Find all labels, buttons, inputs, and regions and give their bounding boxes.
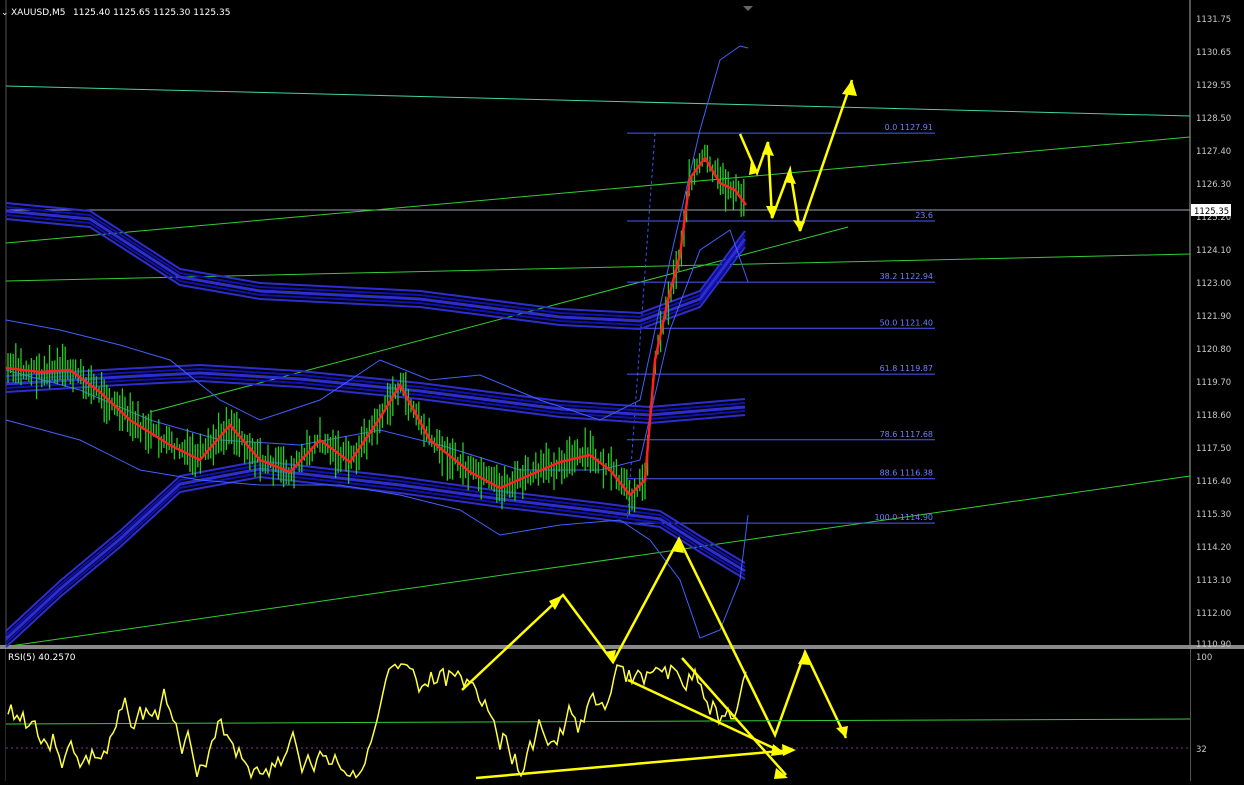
symbol-label: XAUUSD,M5 — [11, 8, 66, 18]
price-tick: 1127.40 — [1196, 147, 1231, 157]
price-tick: 1129.55 — [1196, 81, 1231, 91]
fib-level-label: 78.6 1117.68 — [880, 430, 933, 439]
price-tick: 1128.50 — [1196, 114, 1231, 124]
price-tick: 1130.65 — [1196, 48, 1231, 58]
chart-window[interactable]: ⌄ XAUUSD,M5 1125.40 1125.65 1125.30 1125… — [0, 0, 1244, 781]
current-price-label: 1125.35 — [1194, 207, 1229, 217]
symbol-menu-icon[interactable]: ⌄ — [1, 8, 9, 18]
price-tick: 1123.00 — [1196, 279, 1231, 289]
price-tick: 1112.00 — [1196, 609, 1231, 619]
fib-level-label: 50.0 1121.40 — [880, 318, 933, 327]
fib-level-label: 0.0 1127.91 — [885, 123, 933, 132]
fib-level-label: 61.8 1119.87 — [880, 364, 933, 373]
price-tick: 1119.70 — [1196, 378, 1231, 388]
fib-level-label: 38.2 1122.94 — [880, 272, 933, 281]
ohlc-label: 1125.40 1125.65 1125.30 1125.35 — [73, 8, 230, 18]
price-tick: 1114.20 — [1196, 543, 1231, 553]
price-tick: 1113.10 — [1196, 576, 1231, 586]
price-tick: 1110.90 — [1196, 640, 1231, 650]
price-tick: 1131.75 — [1196, 15, 1231, 25]
rsi-tick-100: 100 — [1196, 653, 1212, 663]
rsi-label: RSI(5) 40.2570 — [8, 653, 76, 663]
price-tick: 1115.30 — [1196, 510, 1231, 520]
price-chart-svg[interactable]: ⌄ XAUUSD,M5 1125.40 1125.65 1125.30 1125… — [0, 0, 1244, 781]
price-tick: 1118.60 — [1196, 411, 1231, 421]
rsi-tick-32: 32 — [1196, 745, 1207, 755]
price-axis: 1131.75 1130.65 1129.55 1128.50 1127.40 … — [1196, 15, 1231, 650]
fib-level-label: 23.6 — [915, 211, 933, 220]
fib-level-label: 100.0 1114.90 — [874, 513, 933, 522]
price-tick: 1126.30 — [1196, 180, 1231, 190]
price-tick: 1124.10 — [1196, 246, 1231, 256]
fib-level-label: 88.6 1116.38 — [880, 469, 933, 478]
price-tick: 1116.40 — [1196, 477, 1231, 487]
price-tick: 1120.80 — [1196, 345, 1231, 355]
rsi-pane[interactable] — [6, 649, 1190, 781]
price-tick: 1121.90 — [1196, 312, 1231, 322]
price-tick: 1117.50 — [1196, 444, 1231, 454]
